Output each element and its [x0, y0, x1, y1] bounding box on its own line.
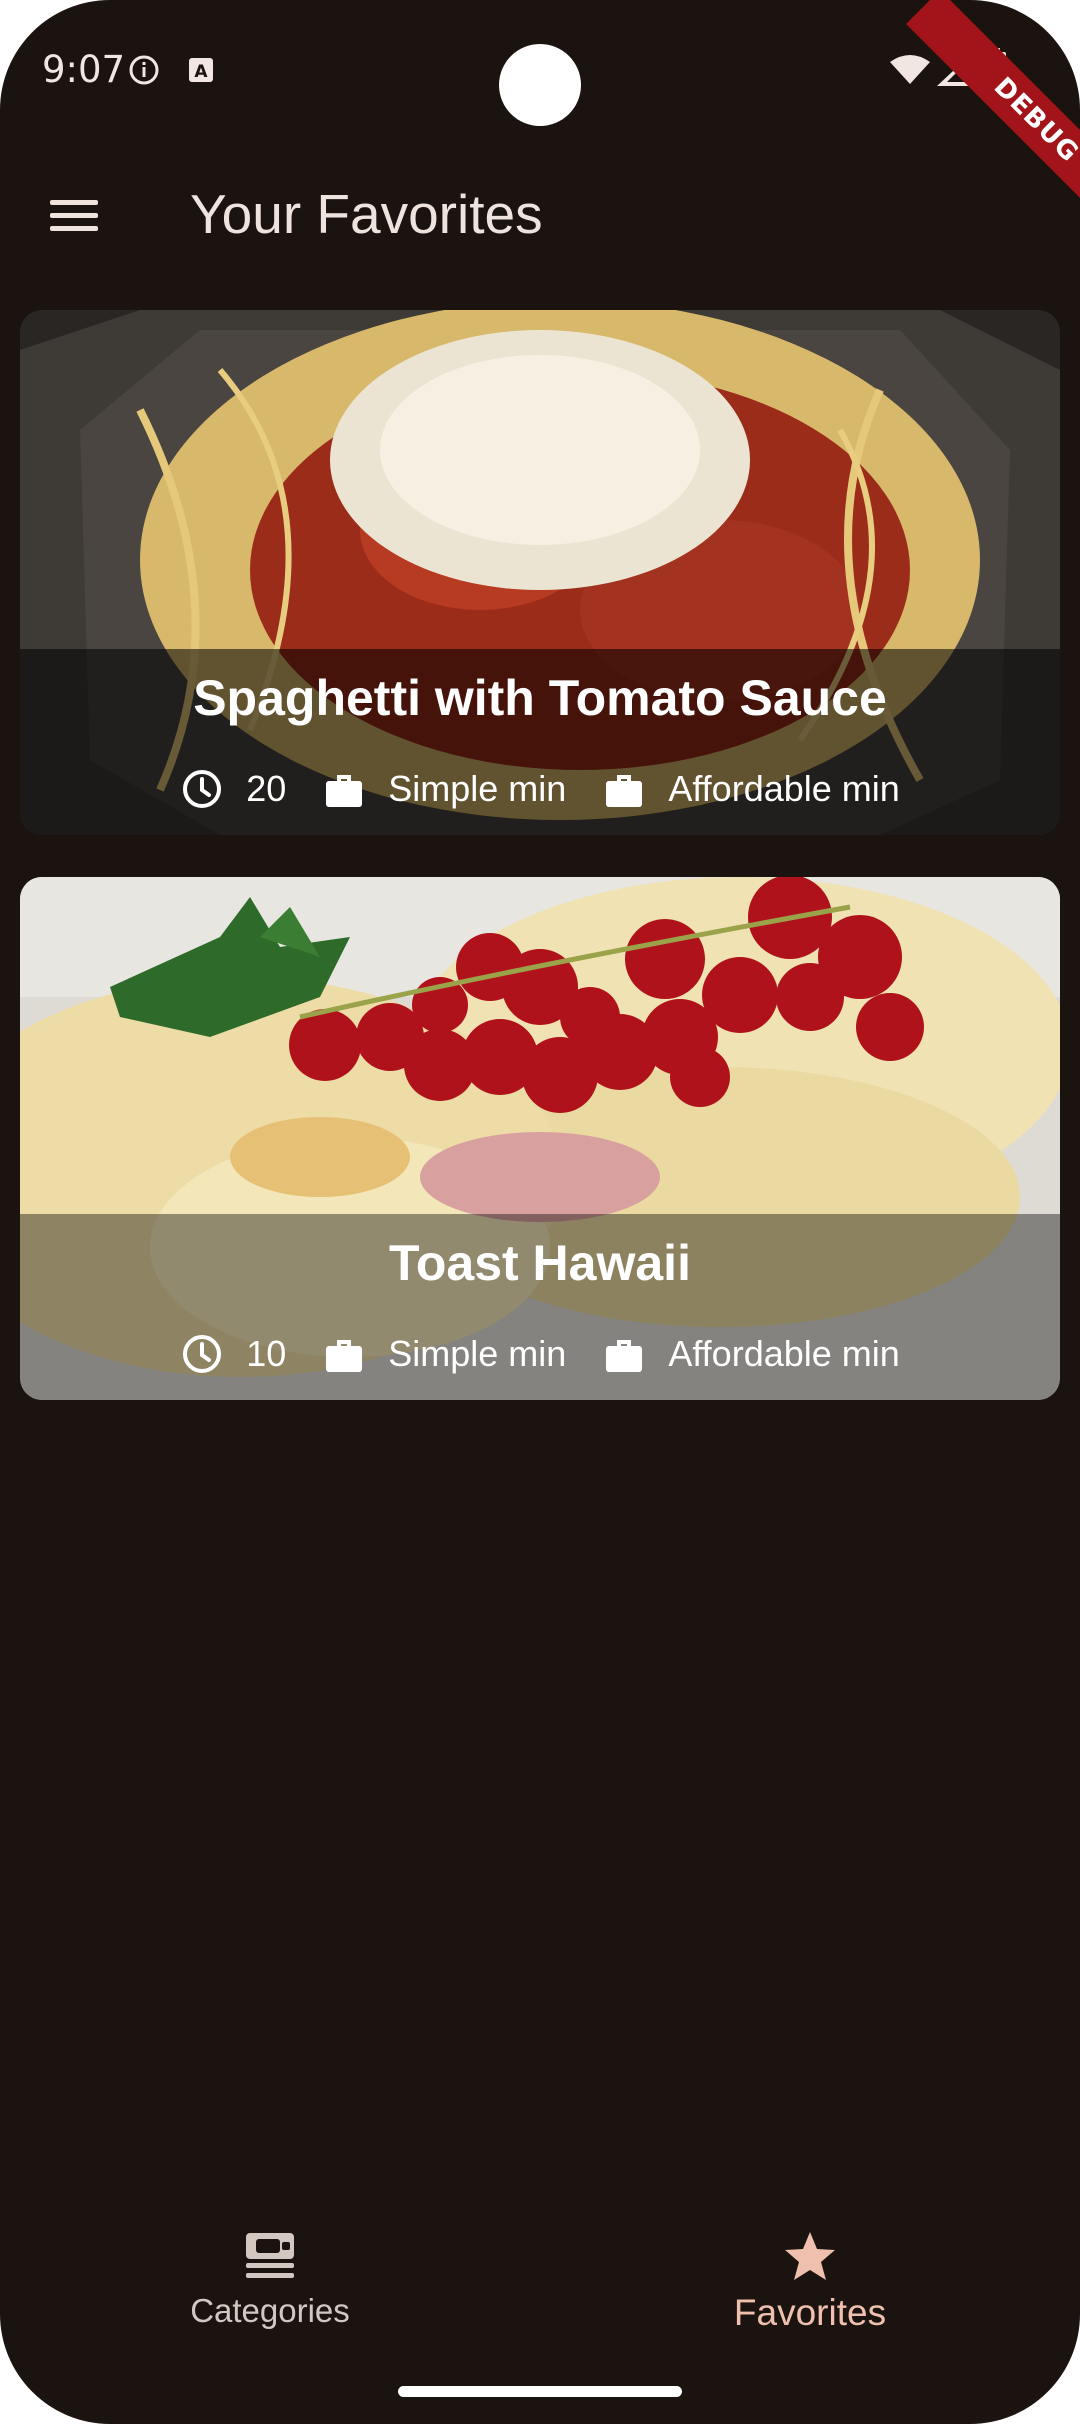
clock-icon	[183, 1335, 222, 1373]
meal-duration: 20	[180, 767, 286, 811]
work-icon	[326, 1340, 363, 1372]
nav-label-categories: Categories	[190, 2292, 350, 2329]
gesture-handle[interactable]	[398, 2386, 682, 2397]
debug-banner: DEBUG	[906, 0, 1080, 251]
status-bar: 9:07 A DEBUG	[0, 0, 1080, 251]
camera-cutout	[499, 44, 581, 126]
meal-card[interactable]: Spaghetti with Tomato Sauce 20 Simple mi…	[20, 310, 1060, 835]
meal-affordability: Affordable min	[602, 1332, 900, 1376]
meal-affordability-value: Affordable min	[668, 1333, 900, 1374]
work-icon	[606, 775, 643, 807]
hamburger-icon-line	[50, 213, 98, 218]
meal-affordability-value: Affordable min	[668, 768, 900, 809]
meal-duration-value: 10	[246, 1333, 287, 1374]
hamburger-icon-line	[50, 226, 98, 231]
nav-item-favorites[interactable]: Favorites	[660, 2230, 960, 2334]
accessibility-a-icon: A	[189, 58, 213, 82]
hamburger-icon-line	[50, 200, 98, 205]
categories-icon	[246, 2233, 294, 2278]
svg-text:A: A	[194, 62, 208, 82]
meal-affordability: Affordable min	[602, 767, 900, 811]
meal-title: Spaghetti with Tomato Sauce	[193, 670, 887, 726]
nav-item-categories[interactable]: Categories	[120, 2230, 420, 2330]
meal-info-overlay: Toast Hawaii 10 Simple min Affordable mi…	[20, 1214, 1060, 1400]
menu-button[interactable]	[40, 186, 110, 246]
meal-duration-value: 20	[246, 768, 287, 809]
wifi-icon	[890, 55, 930, 84]
meal-info-overlay: Spaghetti with Tomato Sauce 20 Simple mi…	[20, 649, 1060, 835]
phone-screen: 9:07 A DEBUG Your Favorites Spaghetti wi…	[0, 0, 1080, 2424]
meal-complexity-value: Simple min	[388, 1333, 567, 1374]
nav-label-favorites: Favorites	[733, 2292, 887, 2333]
info-icon	[129, 55, 159, 85]
meal-complexity: Simple min	[322, 1332, 566, 1376]
meal-duration: 10	[180, 1332, 286, 1376]
clock-icon	[183, 770, 222, 808]
meal-meta: 10 Simple min Affordable min	[20, 1332, 1060, 1376]
work-icon	[606, 1340, 643, 1372]
work-icon	[326, 775, 363, 807]
meal-meta: 20 Simple min Affordable min	[20, 767, 1060, 811]
page-title: Your Favorites	[190, 183, 543, 245]
meal-card[interactable]: Toast Hawaii 10 Simple min Affordable mi…	[20, 877, 1060, 1400]
status-time: 9:07	[42, 48, 126, 91]
bottom-navigation: Categories Favorites	[0, 2210, 1080, 2360]
star-icon	[785, 2232, 835, 2280]
meal-complexity-value: Simple min	[388, 768, 567, 809]
meal-title: Toast Hawaii	[389, 1235, 691, 1291]
meal-complexity: Simple min	[322, 767, 566, 811]
